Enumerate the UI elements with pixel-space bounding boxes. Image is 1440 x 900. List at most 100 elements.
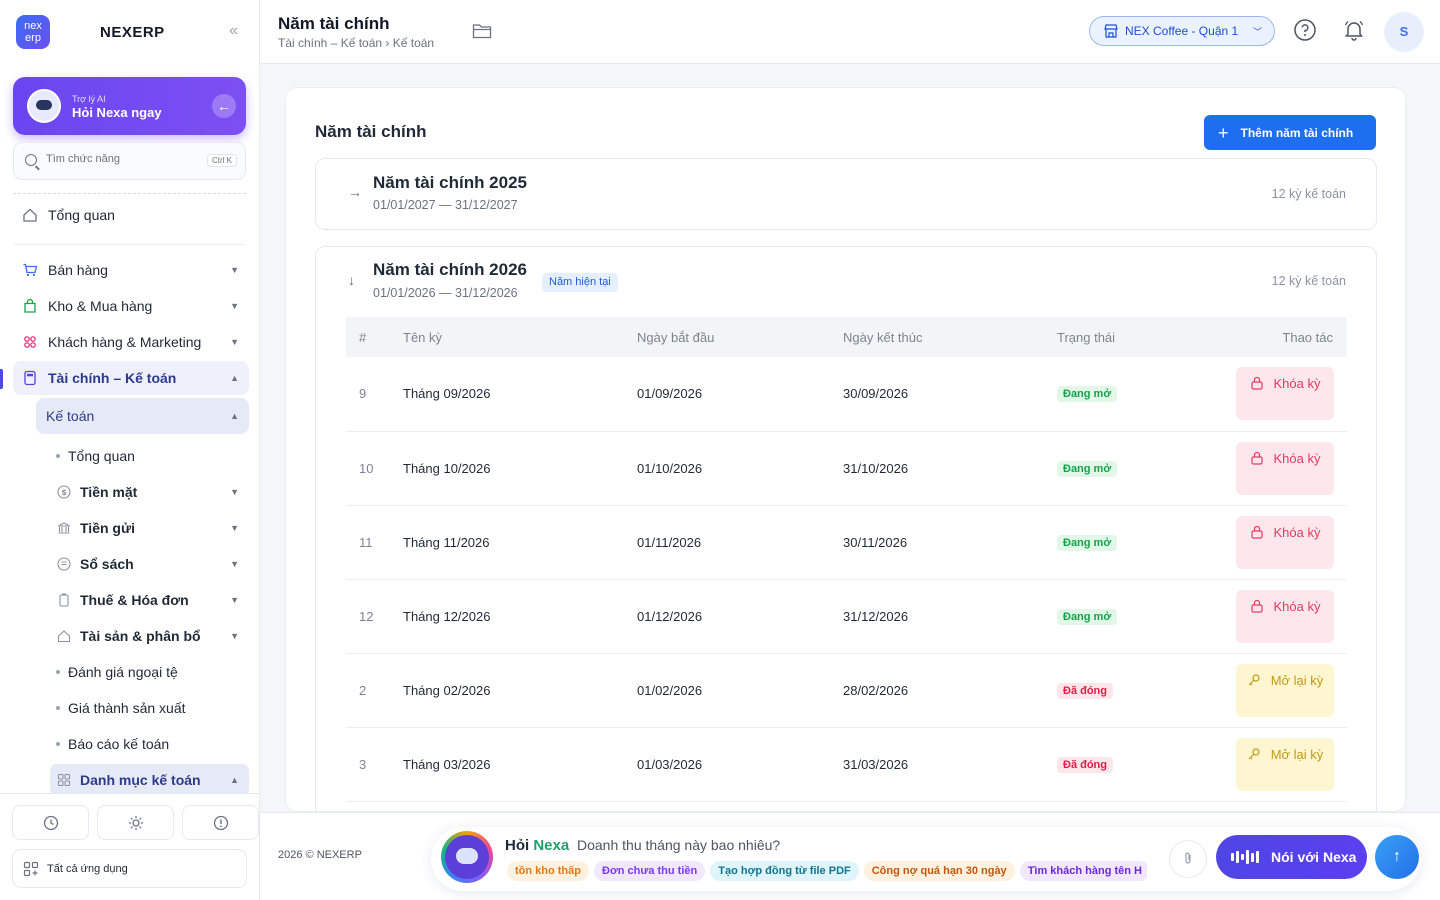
attach-button[interactable] <box>1169 840 1207 878</box>
nexa-question-input[interactable] <box>577 837 1157 853</box>
reopen-period-button[interactable]: Mở lại kỳ <box>1236 663 1334 717</box>
nexa-brand-name: Nexa <box>533 837 570 854</box>
nav-leaf-cash[interactable]: $ Tiền mặt ▼ <box>50 476 249 508</box>
chevron-down-icon: ▼ <box>230 631 239 641</box>
arrow-down-icon[interactable]: ↓ <box>348 272 355 288</box>
theme-button[interactable] <box>97 805 174 840</box>
active-indicator <box>0 369 3 389</box>
bell-icon[interactable] <box>1342 18 1366 42</box>
action-label: Mở lại kỳ <box>1270 672 1324 688</box>
nav-sales[interactable]: Bán hàng ▼ <box>13 253 249 287</box>
talk-to-nexa-button[interactable]: Nói với Nexa <box>1216 835 1367 879</box>
column-header: # <box>346 317 403 357</box>
history-button[interactable] <box>12 805 89 840</box>
lock-period-button[interactable]: Khóa kỳ <box>1236 367 1334 421</box>
suggestion-chip[interactable]: tồn kho thấp <box>507 861 589 881</box>
fiscal-year-card-expanded: ↓ Năm tài chính 2026 01/01/2026 — 31/12/… <box>315 246 1377 811</box>
period-name: Tháng 11/2026 <box>403 505 637 580</box>
nav-leaf-label: Báo cáo kế toán <box>68 736 170 752</box>
folder-icon[interactable] <box>472 22 492 40</box>
alert-icon <box>213 815 228 830</box>
nav-leaf-overview[interactable]: Tổng quan <box>50 440 249 472</box>
brand-logo: nex erp <box>16 15 50 49</box>
home-icon <box>56 628 72 644</box>
report-issue-button[interactable] <box>182 805 259 840</box>
nav-finance-label: Tài chính – Kế toán <box>48 370 177 386</box>
calculator-icon <box>21 369 39 387</box>
divider <box>13 244 244 245</box>
nav-inventory[interactable]: Kho & Mua hàng ▼ <box>13 289 249 323</box>
period-start: 01/10/2026 <box>637 431 843 506</box>
status-badge: Đã đóng <box>1057 682 1113 699</box>
chevron-down-icon: ▼ <box>230 301 239 311</box>
nav-leaf-costing[interactable]: Giá thành sản xuất <box>50 692 249 724</box>
suggestion-chip[interactable]: Tạo hợp đồng từ file PDF <box>710 861 859 881</box>
nav-leaf-tax[interactable]: Thuế & Hóa đơn ▼ <box>50 584 249 616</box>
collapse-sidebar-icon[interactable]: « <box>229 22 238 40</box>
function-search[interactable]: Ctrl K <box>13 142 246 180</box>
help-icon[interactable] <box>1293 18 1317 42</box>
nav-leaf-reports[interactable]: Báo cáo kế toán <box>50 728 249 760</box>
fiscal-years-panel: Năm tài chính + Thêm năm tài chính → Năm… <box>285 87 1406 812</box>
period-index: 2 <box>346 653 403 728</box>
ai-assistant-card[interactable]: Trợ lý AI Hỏi Nexa ngay ← <box>13 77 246 135</box>
search-input[interactable] <box>46 153 196 165</box>
suggestion-chips: tồn kho thấp Đơn chưa thu tiền Tạo hợp đồn… <box>507 861 1147 883</box>
nav-finance[interactable]: Tài chính – Kế toán ▲ <box>13 361 249 395</box>
all-apps-label: Tất cả ứng dụng <box>47 862 128 875</box>
arrow-up-icon: ↑ <box>1393 848 1401 865</box>
nav-leaf-assets[interactable]: Tài sản & phân bổ ▼ <box>50 620 249 652</box>
fiscal-year-dates: 01/01/2027 — 31/12/2027 <box>373 198 518 212</box>
suggestion-chip[interactable]: Đơn chưa thu tiền <box>594 861 706 881</box>
add-fiscal-year-button[interactable]: + Thêm năm tài chính <box>1204 115 1376 150</box>
user-avatar[interactable]: S <box>1384 12 1424 52</box>
suggestion-chip[interactable]: Công nợ quá hạn 30 ngày <box>863 861 1015 881</box>
column-header: Tên kỳ <box>403 317 637 357</box>
nav-leaf-label: Tiền gửi <box>80 520 135 536</box>
send-button[interactable]: ↑ <box>1375 835 1419 879</box>
chevron-down-icon: ▼ <box>230 265 239 275</box>
lock-icon <box>1250 377 1263 390</box>
talk-label: Nói với Nexa <box>1271 849 1357 865</box>
nav-accounting[interactable]: Kế toán ▲ <box>36 398 249 434</box>
voice-wave-icon <box>1231 850 1259 864</box>
arrow-right-icon[interactable]: → <box>348 184 362 200</box>
period-start: 01/03/2026 <box>637 727 843 802</box>
arrow-left-icon[interactable]: ← <box>212 94 236 118</box>
chevron-up-icon: ▲ <box>230 373 239 383</box>
clipboard-icon <box>56 592 72 608</box>
nav-leaf-label: Tiền mặt <box>80 484 138 500</box>
nav-leaf-deposit[interactable]: Tiền gửi ▼ <box>50 512 249 544</box>
bullet <box>56 454 60 458</box>
nav-crm[interactable]: Khách hàng & Marketing ▼ <box>13 325 249 359</box>
nav-leaf-label: Thuế & Hóa đơn <box>80 592 189 608</box>
home-icon <box>21 206 39 224</box>
status-badge: Đang mở <box>1057 534 1118 551</box>
lock-period-button[interactable]: Khóa kỳ <box>1236 589 1334 643</box>
svg-text:$: $ <box>61 488 67 497</box>
nav-leaf-catalog[interactable]: Danh mục kế toán ▲ <box>50 764 249 796</box>
suggestion-chip[interactable]: Tìm khách hàng tên H <box>1019 861 1147 881</box>
current-year-badge: Năm hiện tại <box>542 273 618 292</box>
all-apps-button[interactable]: Tất cả ứng dụng <box>12 849 247 888</box>
book-icon <box>56 556 72 572</box>
fiscal-year-name: Năm tài chính 2026 <box>373 260 528 279</box>
action-cell: Khóa kỳ <box>1217 357 1347 432</box>
period-end: 28/02/2026 <box>843 653 1057 728</box>
chevron-up-icon: ▲ <box>230 411 239 421</box>
fiscal-year-name: Năm tài chính 2025 <box>373 173 528 192</box>
nav-overview[interactable]: Tổng quan <box>13 198 249 232</box>
nav-leaf-books[interactable]: Sổ sách ▼ <box>50 548 249 580</box>
fiscal-year-card-collapsed[interactable]: → Năm tài chính 2025 01/01/2027 — 31/12/… <box>315 158 1377 230</box>
lock-period-button[interactable]: Khóa kỳ <box>1236 515 1334 569</box>
nexa-brand-prefix: Hỏi <box>505 837 530 854</box>
nav-leaf-fx[interactable]: Đánh giá ngoại tệ <box>50 656 249 688</box>
copyright: 2026 © NEXERP <box>278 849 362 861</box>
chevron-down-icon: ▼ <box>230 595 239 605</box>
action-label: Khóa kỳ <box>1273 376 1321 392</box>
status-cell: Đang mở <box>1057 431 1217 506</box>
lock-period-button[interactable]: Khóa kỳ <box>1236 441 1334 495</box>
paperclip-icon <box>1185 851 1191 864</box>
store-selector[interactable]: NEX Coffee - Quận 1 ﹀ <box>1089 16 1275 46</box>
reopen-period-button[interactable]: Mở lại kỳ <box>1236 737 1334 791</box>
